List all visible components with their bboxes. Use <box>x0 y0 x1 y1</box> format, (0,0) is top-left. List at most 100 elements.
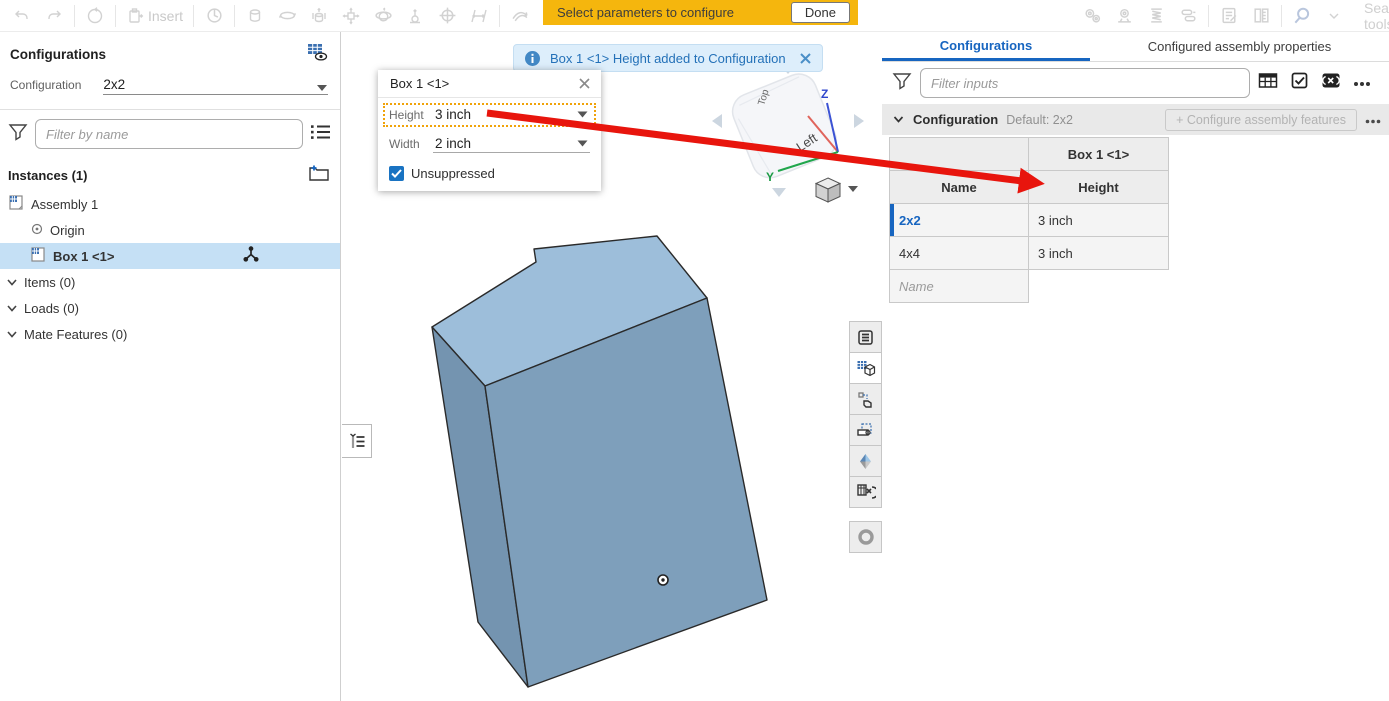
orbit-icon[interactable] <box>367 3 399 29</box>
undo-icon[interactable] <box>6 3 38 29</box>
dialog-title: Box 1 <1> <box>390 76 449 91</box>
redo-icon[interactable] <box>38 3 70 29</box>
config-name-cell-4x4[interactable]: 4x4 <box>890 237 1029 270</box>
height-column-header[interactable]: Height <box>1029 171 1169 204</box>
width-parameter-row[interactable]: Width 2 inch <box>383 132 596 156</box>
mate-connector-icon[interactable] <box>242 246 260 266</box>
move-icon[interactable] <box>335 3 367 29</box>
tree-item-box-selected[interactable]: Box 1 <1> <box>0 243 340 269</box>
chevron-down-icon <box>5 327 19 341</box>
unsuppressed-label: Unsuppressed <box>411 166 495 181</box>
search-tools-input[interactable]: Search tools... alt/⌥ c <box>1364 0 1389 32</box>
configuration-dropdown[interactable]: 2x2 <box>103 77 328 95</box>
instances-header: Instances (1) <box>8 168 87 183</box>
part-instance-icon <box>30 246 47 266</box>
origin-icon <box>30 222 44 239</box>
viewport-side-toolbar <box>849 322 882 553</box>
planes-icon[interactable] <box>463 3 495 29</box>
toggle-icon[interactable] <box>1172 3 1204 29</box>
feature-list-panel-button[interactable] <box>849 321 882 353</box>
measure-icon[interactable] <box>1245 3 1277 29</box>
height-value: 3 inch <box>435 107 471 122</box>
filter-icon[interactable] <box>892 72 912 95</box>
filter-icon[interactable] <box>8 123 28 146</box>
insert-button[interactable]: Insert <box>120 7 189 25</box>
width-dropdown[interactable]: 2 inch <box>433 135 590 153</box>
view-cube[interactable]: Left Top Z Y <box>690 50 890 210</box>
view-orientation-menu[interactable] <box>816 178 858 202</box>
gear-fixed-icon[interactable] <box>1108 3 1140 29</box>
config-height-cell[interactable]: 3 inch <box>1029 237 1169 270</box>
crosshair-icon[interactable] <box>431 3 463 29</box>
section-more-icon[interactable] <box>1365 111 1381 129</box>
toolbar-divider <box>115 5 116 27</box>
checkbox-column-icon[interactable] <box>1290 71 1309 95</box>
table-view-icon[interactable] <box>1258 72 1278 94</box>
filter-by-name-input[interactable] <box>35 119 303 149</box>
tree-item-origin[interactable]: Origin <box>0 217 340 243</box>
feature-list-collapse-button[interactable] <box>342 424 372 458</box>
tab-configurations[interactable]: Configurations <box>882 32 1090 61</box>
box-parameters-dialog: Box 1 <1> Height 3 inch Width 2 inch Uns… <box>378 70 601 191</box>
section-view-panel-button[interactable] <box>849 414 882 446</box>
done-button[interactable]: Done <box>791 2 850 23</box>
configuration-section-header[interactable]: Configuration Default: 2x2 + Configure a… <box>882 104 1389 135</box>
assembly-left-panel: Configurations Configuration 2x2 Instanc… <box>0 32 341 701</box>
new-config-name-cell[interactable]: Name <box>890 270 1029 303</box>
configuration-table: Box 1 <1> Name Height 2x2 3 inch 4x4 3 i… <box>889 137 1169 303</box>
snap-icon[interactable] <box>504 3 536 29</box>
mate-icon[interactable] <box>239 3 271 29</box>
configure-assembly-features-button[interactable]: + Configure assembly features <box>1165 109 1357 131</box>
variable-column-icon[interactable] <box>1321 72 1341 94</box>
panel-more-icon[interactable] <box>1353 74 1371 92</box>
name-column-header[interactable]: Name <box>890 171 1029 204</box>
configuration-panel: Configurations Configured assembly prope… <box>882 32 1389 701</box>
height-parameter-row[interactable]: Height 3 inch <box>383 103 596 127</box>
insert-label: Insert <box>148 8 183 24</box>
appearance-panel-button[interactable] <box>849 445 882 477</box>
unsuppressed-checkbox-row[interactable]: Unsuppressed <box>389 166 601 181</box>
left-panel-title: Configurations <box>10 47 106 62</box>
height-label: Height <box>389 108 433 122</box>
checkbox-checked-icon[interactable] <box>389 166 404 181</box>
banner-text: Select parameters to configure <box>557 5 791 20</box>
spring-icon[interactable] <box>1140 3 1172 29</box>
section-mate-features[interactable]: Mate Features (0) <box>0 321 340 347</box>
replicate-instance-panel-button[interactable] <box>849 383 882 415</box>
bom-icon[interactable] <box>1213 3 1245 29</box>
section-items[interactable]: Items (0) <box>0 269 340 295</box>
gears-icon[interactable] <box>1076 3 1108 29</box>
insert-instance-icon[interactable] <box>308 164 330 187</box>
chevron-down-icon <box>316 84 328 92</box>
box-front-face[interactable] <box>485 298 767 687</box>
configuration-value: 2x2 <box>103 77 125 92</box>
dialog-close-icon[interactable] <box>578 77 591 90</box>
raise-icon[interactable] <box>399 3 431 29</box>
search-tools-chevron-icon[interactable] <box>1318 3 1350 29</box>
lift-cylinder-icon[interactable] <box>303 3 335 29</box>
configuration-visibility-icon[interactable] <box>306 42 328 67</box>
named-positions-panel-button[interactable] <box>849 476 882 508</box>
panel-tabs: Configurations Configured assembly prope… <box>882 32 1389 62</box>
list-view-icon[interactable] <box>310 123 332 146</box>
tab-configured-assembly-properties[interactable]: Configured assembly properties <box>1090 32 1389 61</box>
toast-close-icon[interactable] <box>799 52 812 65</box>
section-loads[interactable]: Loads (0) <box>0 295 340 321</box>
height-dropdown[interactable]: 3 inch <box>433 106 590 124</box>
box-part[interactable] <box>432 236 767 687</box>
history-icon[interactable] <box>198 3 230 29</box>
configuration-panel-button[interactable] <box>849 352 882 384</box>
origin-marker <box>658 575 668 585</box>
search-tools-icon[interactable] <box>1286 3 1318 29</box>
rotate-icon[interactable] <box>271 3 303 29</box>
config-height-cell[interactable]: 3 inch <box>1029 204 1169 237</box>
view-cube-body[interactable] <box>727 69 842 184</box>
sync-icon[interactable] <box>79 3 111 29</box>
view-mode-ring-button[interactable] <box>849 521 882 553</box>
config-name-cell-2x2[interactable]: 2x2 <box>890 204 1029 237</box>
tree-item-assembly[interactable]: Assembly 1 <box>0 191 340 217</box>
table-column-header-row: Name Height <box>890 171 1169 204</box>
box-top-face[interactable] <box>432 236 707 386</box>
box-side-face[interactable] <box>432 327 528 687</box>
filter-inputs-input[interactable] <box>920 68 1250 98</box>
